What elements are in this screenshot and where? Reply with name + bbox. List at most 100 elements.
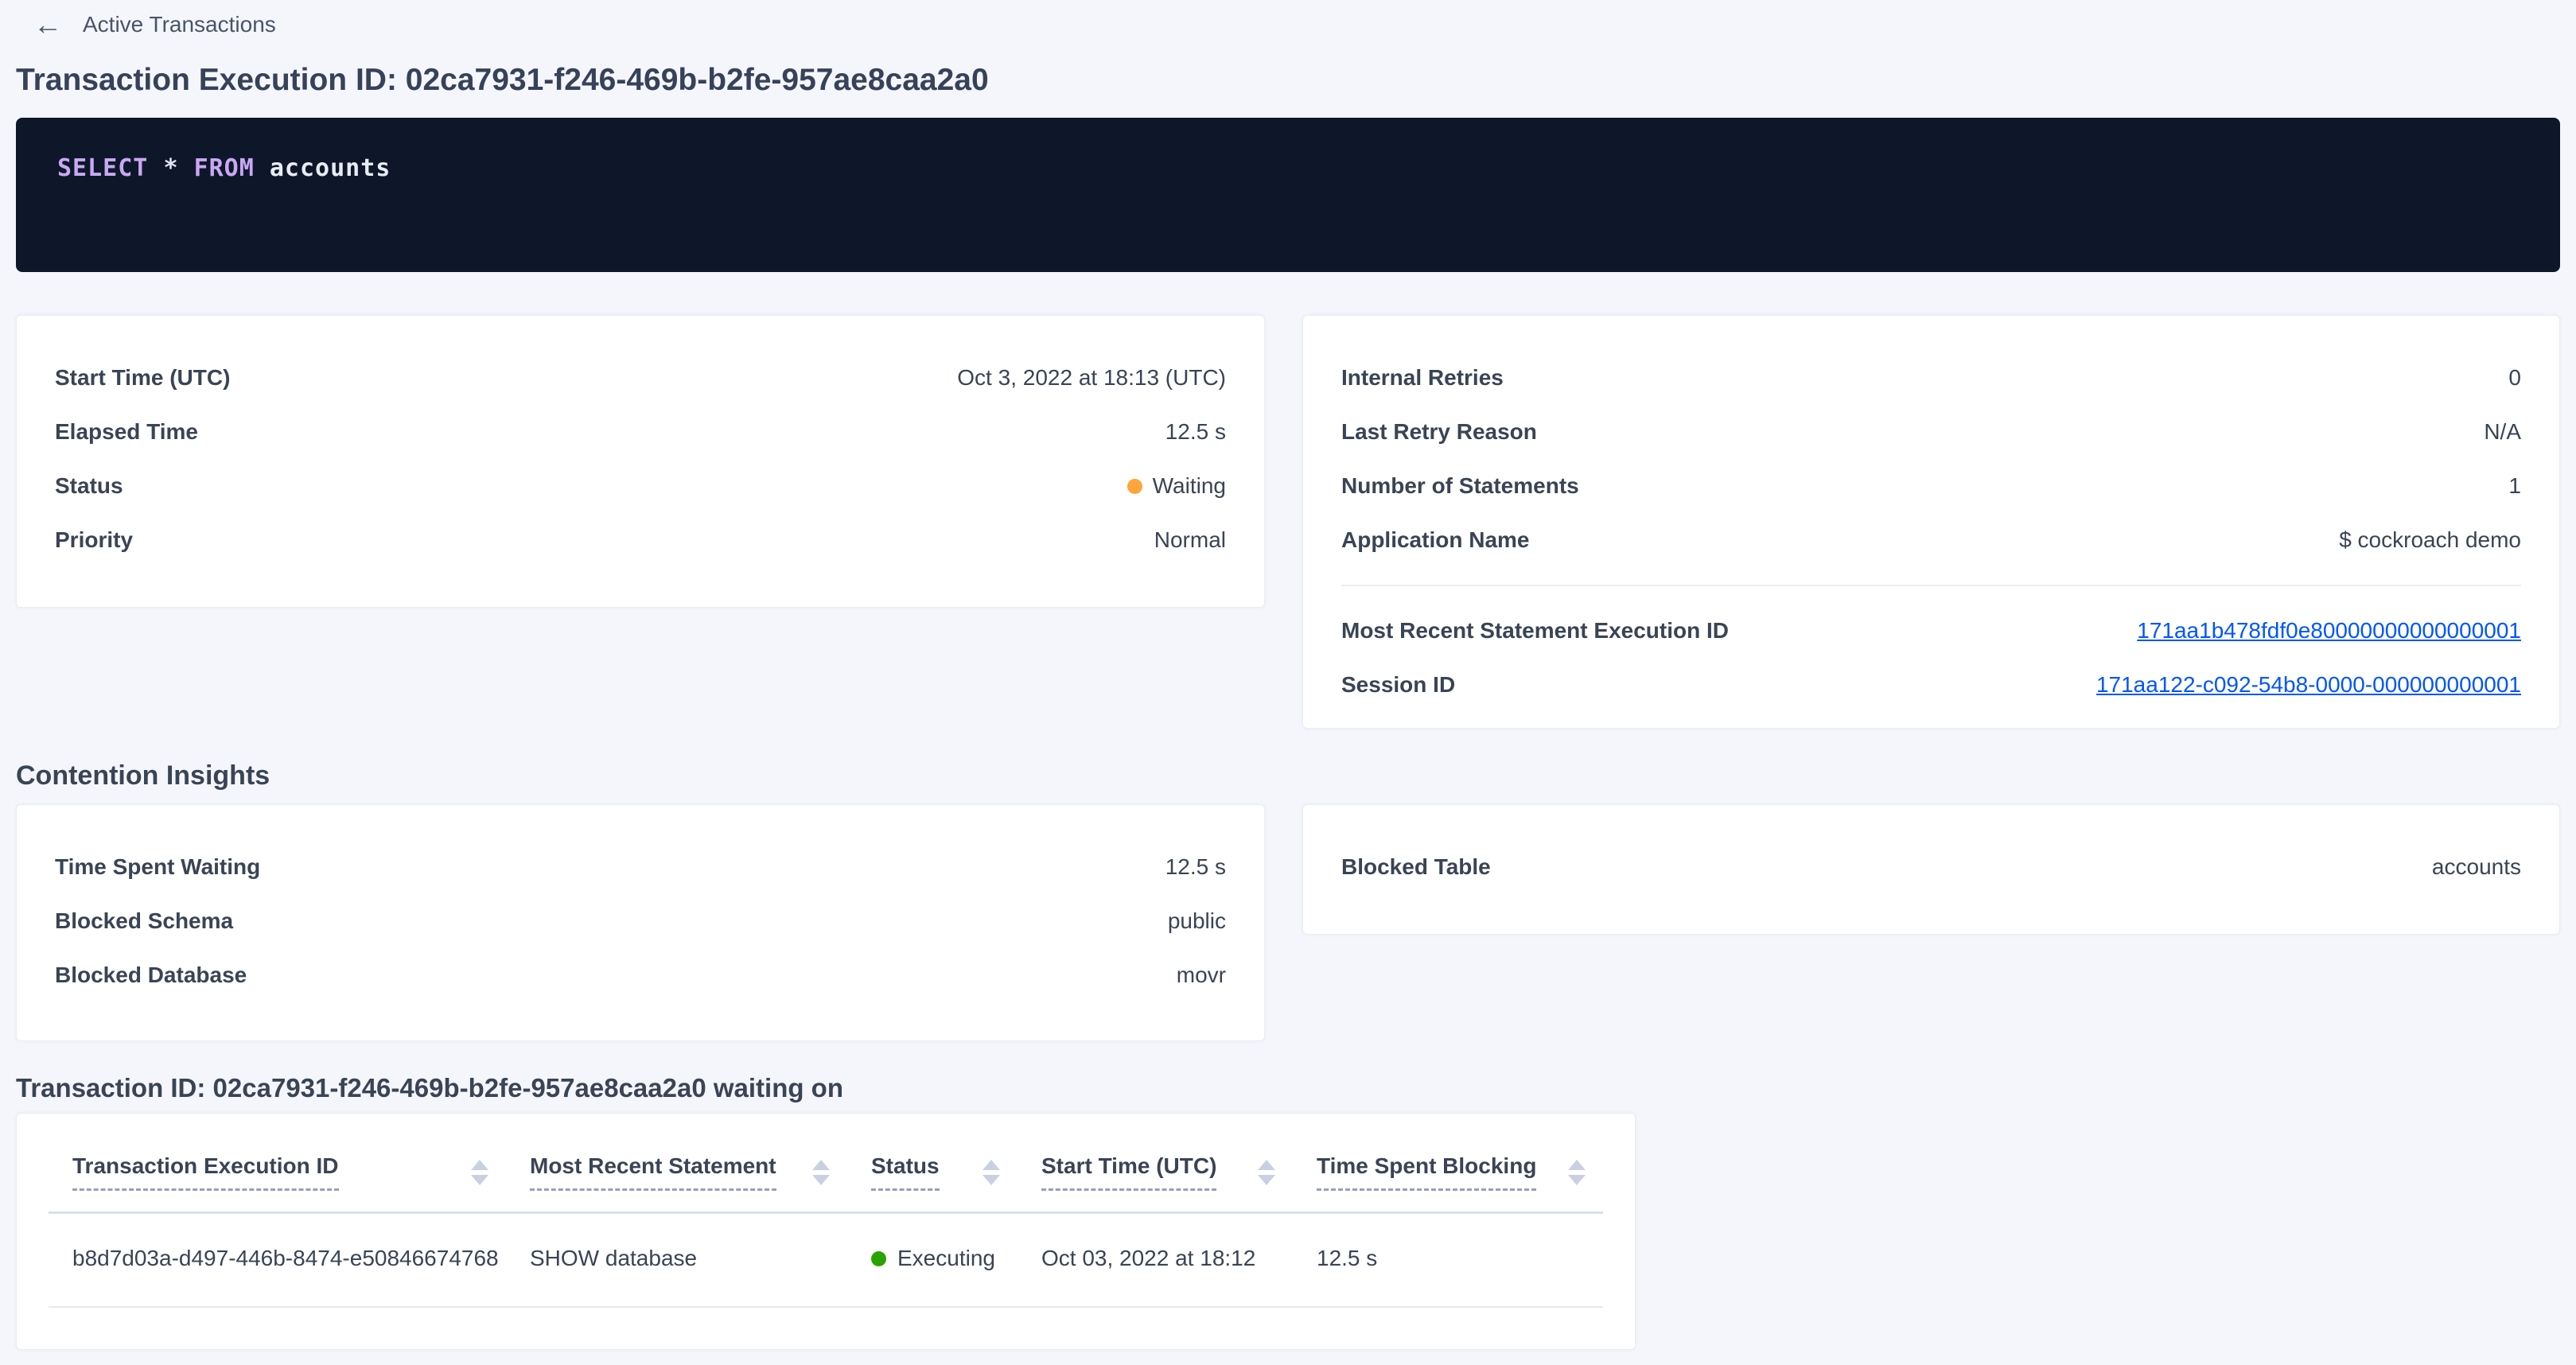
waiting-on-table-card: Transaction Execution ID Most Recent Sta… xyxy=(16,1113,1636,1350)
column-header-label[interactable]: Most Recent Statement xyxy=(530,1153,776,1191)
summary-row-session-id: Session ID 171aa122-c092-54b8-0000-00000… xyxy=(1341,658,2521,712)
row-value: movr xyxy=(1177,961,1226,990)
row-label: Last Retry Reason xyxy=(1341,418,1537,446)
sort-up-icon xyxy=(812,1160,830,1170)
waiting-on-heading: Transaction ID: 02ca7931-f246-469b-b2fe-… xyxy=(16,1073,2560,1103)
cell-value: SHOW database xyxy=(530,1246,697,1271)
row-label: Start Time (UTC) xyxy=(55,364,230,392)
summary-card-left: Start Time (UTC) Oct 3, 2022 at 18:13 (U… xyxy=(16,315,1265,608)
summary-row-elapsed-time: Elapsed Time 12.5 s xyxy=(55,405,1226,459)
sort-icon[interactable] xyxy=(1568,1160,1586,1185)
column-header-label[interactable]: Time Spent Blocking xyxy=(1317,1153,1536,1191)
contention-cards-row: Time Spent Waiting 12.5 s Blocked Schema… xyxy=(16,804,2560,1041)
row-label: Blocked Schema xyxy=(55,907,233,935)
row-value: 1 xyxy=(2508,472,2521,500)
row-value: 12.5 s xyxy=(1165,853,1226,881)
row-label: Most Recent Statement Execution ID xyxy=(1341,616,1729,645)
contention-insights-heading: Contention Insights xyxy=(16,760,2560,791)
cell-value: Executing xyxy=(897,1246,995,1271)
card-divider xyxy=(1341,585,2521,586)
sort-icon[interactable] xyxy=(983,1160,1000,1185)
cell-value: 12.5 s xyxy=(1317,1246,1377,1271)
row-value: 0 xyxy=(2508,364,2521,392)
cell-start-time: Oct 03, 2022 at 18:12 xyxy=(1018,1214,1293,1306)
sort-down-icon xyxy=(1568,1175,1586,1185)
sort-up-icon xyxy=(983,1160,1000,1170)
row-label: Blocked Table xyxy=(1341,853,1491,881)
row-value: 12.5 s xyxy=(1165,418,1226,446)
contention-row-time-spent-waiting: Time Spent Waiting 12.5 s xyxy=(55,840,1226,894)
page-title: Transaction Execution ID: 02ca7931-f246-… xyxy=(16,62,2560,99)
column-header-transaction-execution-id[interactable]: Transaction Execution ID xyxy=(49,1153,506,1211)
sort-down-icon xyxy=(471,1175,488,1185)
sort-icon[interactable] xyxy=(1258,1160,1275,1185)
contention-row-blocked-schema: Blocked Schema public xyxy=(55,894,1226,948)
row-value: N/A xyxy=(2484,418,2521,446)
row-value: $ cockroach demo xyxy=(2339,526,2521,554)
contention-row-blocked-database: Blocked Database movr xyxy=(55,948,1226,1002)
summary-row-number-of-statements: Number of Statements 1 xyxy=(1341,459,2521,513)
summary-row-application-name: Application Name $ cockroach demo xyxy=(1341,513,2521,567)
column-header-time-spent-blocking[interactable]: Time Spent Blocking xyxy=(1293,1153,1603,1211)
summary-row-statement-execution-id: Most Recent Statement Execution ID 171aa… xyxy=(1341,604,2521,658)
row-label: Elapsed Time xyxy=(55,418,198,446)
summary-row-status: Status Waiting xyxy=(55,459,1226,513)
column-header-status[interactable]: Status xyxy=(847,1153,1018,1211)
row-label: Internal Retries xyxy=(1341,364,1504,392)
row-label: Application Name xyxy=(1341,526,1529,554)
cell-time-spent-blocking: 12.5 s xyxy=(1293,1214,1603,1306)
cell-transaction-execution-id: b8d7d03a-d497-446b-8474-e50846674768 xyxy=(49,1214,506,1306)
cell-status: Executing xyxy=(847,1214,1018,1306)
cell-most-recent-statement: SHOW database xyxy=(506,1214,847,1306)
contention-row-blocked-table: Blocked Table accounts xyxy=(1341,840,2521,894)
column-header-label[interactable]: Start Time (UTC) xyxy=(1041,1153,1216,1191)
summary-card-right: Internal Retries 0 Last Retry Reason N/A… xyxy=(1302,315,2560,729)
sql-keyword-from: FROM xyxy=(194,154,255,182)
row-label: Status xyxy=(55,472,123,500)
row-value: Oct 3, 2022 at 18:13 (UTC) xyxy=(957,364,1226,392)
contention-card-left: Time Spent Waiting 12.5 s Blocked Schema… xyxy=(16,804,1265,1041)
session-id-link[interactable]: 171aa122-c092-54b8-0000-000000000001 xyxy=(2096,672,2521,697)
summary-cards-row: Start Time (UTC) Oct 3, 2022 at 18:13 (U… xyxy=(16,315,2560,729)
cell-value: Oct 03, 2022 at 18:12 xyxy=(1041,1246,1255,1271)
row-value: Normal xyxy=(1154,526,1226,554)
table-row: b8d7d03a-d497-446b-8474-e50846674768 SHO… xyxy=(49,1214,1603,1308)
summary-row-start-time: Start Time (UTC) Oct 3, 2022 at 18:13 (U… xyxy=(55,351,1226,405)
sort-down-icon xyxy=(1258,1175,1275,1185)
table-header-row: Transaction Execution ID Most Recent Sta… xyxy=(49,1114,1603,1214)
sort-down-icon xyxy=(983,1175,1000,1185)
status-text: Waiting xyxy=(1153,472,1226,500)
row-label: Blocked Database xyxy=(55,961,247,990)
sort-icon[interactable] xyxy=(812,1160,830,1185)
column-header-label[interactable]: Transaction Execution ID xyxy=(72,1153,339,1191)
row-label: Time Spent Waiting xyxy=(55,853,260,881)
contention-card-right: Blocked Table accounts xyxy=(1302,804,2560,935)
column-header-label[interactable]: Status xyxy=(871,1153,940,1191)
sql-table-name: accounts xyxy=(270,154,391,182)
row-value: accounts xyxy=(2432,853,2521,881)
status-executing-dot-icon xyxy=(871,1251,886,1266)
sort-up-icon xyxy=(1258,1160,1275,1170)
status-waiting-dot-icon xyxy=(1127,479,1142,494)
statement-execution-id-link[interactable]: 171aa1b478fdf0e80000000000000001 xyxy=(2137,618,2521,643)
summary-row-last-retry-reason: Last Retry Reason N/A xyxy=(1341,405,2521,459)
sort-icon[interactable] xyxy=(471,1160,488,1185)
breadcrumb-label[interactable]: Active Transactions xyxy=(83,12,276,37)
row-label: Number of Statements xyxy=(1341,472,1579,500)
summary-row-internal-retries: Internal Retries 0 xyxy=(1341,351,2521,405)
back-arrow-icon[interactable]: ← xyxy=(33,10,62,39)
column-header-most-recent-statement[interactable]: Most Recent Statement xyxy=(506,1153,847,1211)
sql-star-operator: * xyxy=(163,154,178,182)
sort-up-icon xyxy=(1568,1160,1586,1170)
breadcrumb[interactable]: ← Active Transactions xyxy=(33,8,276,41)
sql-statement-box: SELECT * FROM accounts xyxy=(16,118,2560,272)
summary-row-priority: Priority Normal xyxy=(55,513,1226,567)
status-value: Waiting xyxy=(1127,472,1226,500)
column-header-start-time[interactable]: Start Time (UTC) xyxy=(1018,1153,1293,1211)
transaction-details-page: ← Active Transactions Transaction Execut… xyxy=(0,0,2576,1350)
sort-down-icon xyxy=(812,1175,830,1185)
cell-value: b8d7d03a-d497-446b-8474-e50846674768 xyxy=(72,1246,499,1271)
sort-up-icon xyxy=(471,1160,488,1170)
row-label: Priority xyxy=(55,526,133,554)
row-label: Session ID xyxy=(1341,671,1455,699)
